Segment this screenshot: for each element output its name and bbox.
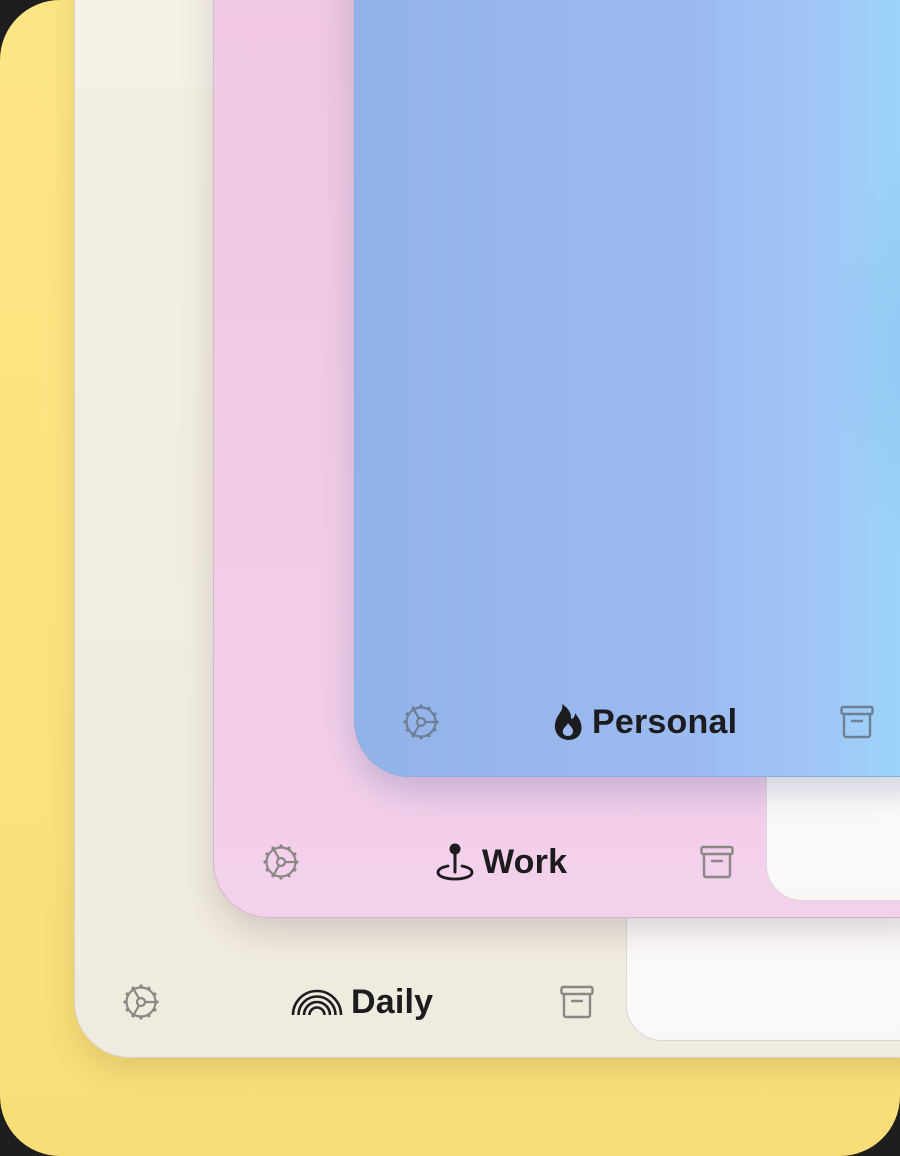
work-gear-icon[interactable] [261,842,301,882]
app-stage: Daily Work Personal [0,0,900,1156]
personal-title-label: Personal [592,702,738,741]
personal-gear-icon[interactable] [401,702,441,742]
map-pin-icon [436,843,474,881]
work-title[interactable]: Work [436,834,567,890]
rainbow-icon [291,989,343,1016]
personal-card-glow [835,141,900,561]
work-title-label: Work [482,842,568,881]
daily-card-top-band [75,0,215,87]
personal-archive-box-icon[interactable] [839,704,875,740]
daily-title[interactable]: Daily [291,974,433,1030]
daily-gear-icon[interactable] [121,982,161,1022]
personal-title[interactable]: Personal [552,694,737,750]
white-panel-lower [626,900,900,1041]
daily-title-label: Daily [351,982,434,1021]
daily-archive-box-icon[interactable] [559,984,595,1020]
personal-card[interactable] [354,0,900,777]
white-panel-upper [766,760,900,901]
work-archive-box-icon[interactable] [699,844,735,880]
flame-icon [554,704,582,740]
